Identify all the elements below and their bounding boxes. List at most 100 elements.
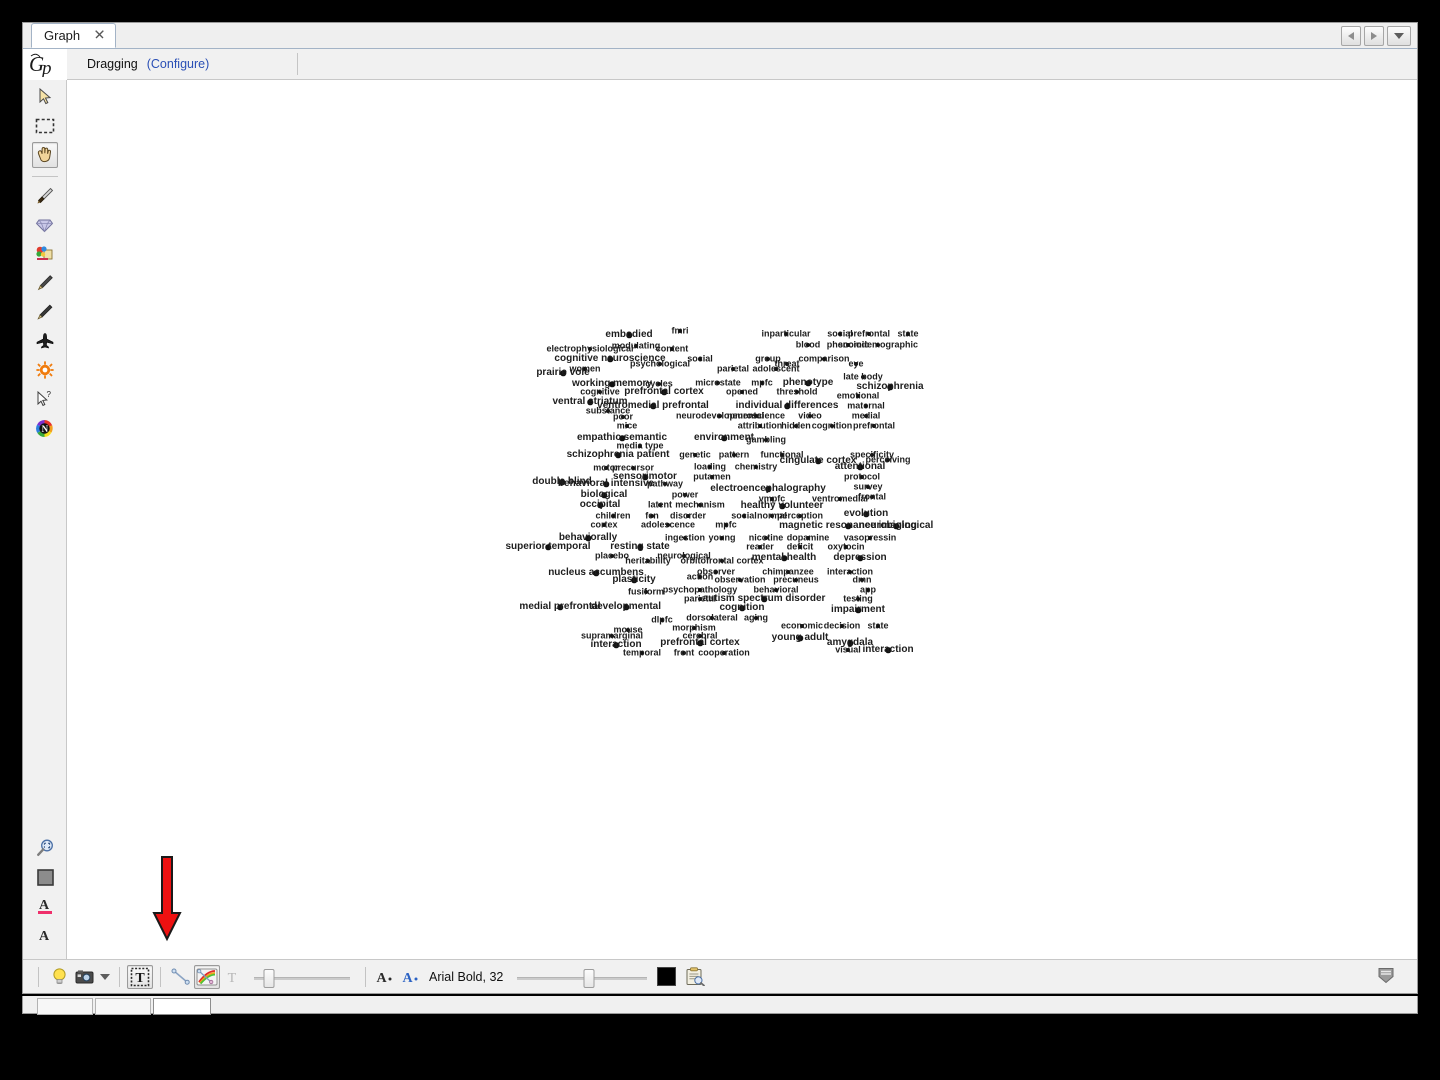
graph-node-label: opened xyxy=(725,386,759,397)
edge-labels-button[interactable] xyxy=(168,965,194,989)
left-toolbar-bottom: A A xyxy=(23,835,67,951)
cursor-question-icon: ? xyxy=(37,390,51,407)
font-label[interactable]: Arial Bold, 32 xyxy=(429,970,503,984)
chevron-left-icon xyxy=(1348,32,1354,40)
slider-knob[interactable] xyxy=(583,968,595,988)
chevron-down-icon xyxy=(1394,33,1404,39)
diamond-icon xyxy=(35,219,54,232)
mode-bar: G p Dragging (Configure) xyxy=(23,48,1417,80)
svg-text:p: p xyxy=(40,58,52,77)
marquee-icon xyxy=(35,118,54,134)
graph-node-label: testing xyxy=(843,593,873,604)
center-on-graph-button[interactable] xyxy=(32,835,58,861)
graph-canvas[interactable]: fmri embodied inparticular social prefrontal… xyxy=(67,80,1417,959)
label-attributes-button[interactable] xyxy=(682,965,708,989)
graph-node-label: healthy volunteer xyxy=(740,500,824,511)
shortest-path-tool[interactable] xyxy=(32,328,58,354)
graph-node-label: mechanism xyxy=(675,499,725,510)
selection-cursor-tool[interactable] xyxy=(32,84,58,110)
graph-node-label: fusiform xyxy=(628,586,664,597)
graph-node-label: protocol xyxy=(844,471,880,482)
pen-icon xyxy=(36,304,52,320)
label-color-menu-button[interactable]: A xyxy=(399,965,425,989)
graph-node-label: schizophrenia patient xyxy=(566,449,670,460)
graph-node-label: individual differences xyxy=(735,400,839,411)
edge-label-text-button[interactable]: T xyxy=(220,965,246,989)
edge-color-button[interactable] xyxy=(194,964,220,989)
show-hints-button[interactable] xyxy=(46,965,72,989)
configure-link[interactable]: (Configure) xyxy=(147,57,210,71)
graph-node-label: ingestion xyxy=(665,532,705,543)
footer-button-selected[interactable] xyxy=(153,998,211,1015)
graph-node-label: medial xyxy=(851,410,881,421)
graph-node-label: women xyxy=(569,363,601,374)
gear-tool[interactable] xyxy=(32,357,58,383)
label-size-menu-button[interactable]: A xyxy=(373,965,399,989)
color-wheel-tool[interactable]: N xyxy=(32,415,58,441)
tab-next-button[interactable] xyxy=(1364,26,1384,46)
graph-node-label: survey xyxy=(853,481,883,492)
footer-button[interactable] xyxy=(37,998,93,1015)
edge-weight-slider[interactable] xyxy=(254,966,350,988)
background-color-button[interactable] xyxy=(32,864,58,890)
graph-node-label: threshold xyxy=(776,386,818,397)
status-indicator[interactable] xyxy=(1377,967,1395,989)
slider-knob[interactable] xyxy=(263,968,275,988)
label-size-slider[interactable] xyxy=(517,966,648,988)
graph-node-label: prefrontal xyxy=(847,328,891,339)
rainbow-edge-icon xyxy=(196,968,218,985)
graph-node-label: evolution xyxy=(843,508,889,519)
lightbulb-icon xyxy=(52,968,66,984)
graph-node-label: interaction xyxy=(862,644,914,655)
graph-node-label: observation xyxy=(714,574,766,585)
close-icon[interactable] xyxy=(94,29,105,43)
svg-text:N: N xyxy=(42,424,49,434)
brush-tool[interactable] xyxy=(32,270,58,296)
label-color-button[interactable]: A xyxy=(32,893,58,919)
graph-node-label: latent xyxy=(647,499,673,510)
graph-node-label: dmn xyxy=(852,574,872,585)
graph-node-label: environment xyxy=(693,432,755,443)
paintbrush-icon xyxy=(37,187,53,204)
graph-node-label: social xyxy=(687,353,713,364)
graph-node-label: occipital xyxy=(579,499,621,510)
tab-list-button[interactable] xyxy=(1387,26,1411,46)
svg-text:A: A xyxy=(403,971,414,986)
graph-node-label: embodied xyxy=(605,329,653,340)
graph-node-label: mice xyxy=(616,420,638,431)
graph-node-label: front xyxy=(673,647,695,658)
graph-node-label: cognition xyxy=(719,602,765,613)
graph-node-label: placebo xyxy=(594,550,630,561)
tab-navigation xyxy=(1341,26,1411,46)
rectangle-selection-tool[interactable] xyxy=(32,113,58,139)
paintbrush-tool[interactable] xyxy=(32,183,58,209)
label-color-swatch[interactable] xyxy=(657,967,677,986)
screenshot-button[interactable] xyxy=(72,965,98,989)
camera-icon xyxy=(75,969,94,983)
gephi-main-window: Graph G p Dragging (Configure) ? N A A f… xyxy=(22,22,1418,994)
tab-prev-button[interactable] xyxy=(1341,26,1361,46)
screenshot-options-button[interactable] xyxy=(98,965,112,989)
tab-graph[interactable]: Graph xyxy=(31,23,117,48)
heat-map-tool[interactable] xyxy=(32,212,58,238)
graph-node-label: cognition xyxy=(811,420,853,431)
node-painter-tool[interactable] xyxy=(32,241,58,267)
graph-node-label: aging xyxy=(744,612,768,623)
edge-line-icon xyxy=(171,968,190,985)
footer-button[interactable] xyxy=(95,998,151,1015)
chevron-down-icon xyxy=(100,973,110,980)
edge-pencil-tool[interactable] xyxy=(32,299,58,325)
graph-node-label: putamen xyxy=(693,471,731,482)
color-wheel-icon: N xyxy=(36,419,53,437)
graph-node-label: orbitofrontal cortex xyxy=(680,555,764,566)
hand-drag-tool[interactable] xyxy=(31,142,58,168)
graph-node-label: maternal xyxy=(847,400,885,411)
context-help-tool[interactable]: ? xyxy=(32,386,58,412)
graph-node-label: economic xyxy=(780,620,824,631)
svg-text:A: A xyxy=(377,971,388,986)
label-size-button[interactable]: A xyxy=(32,922,58,948)
graph-node-label: behavioral intensive xyxy=(557,478,655,489)
node-labels-button[interactable]: T xyxy=(127,964,153,989)
letter-a-underline-icon: A xyxy=(38,898,52,914)
square-swatch-icon xyxy=(36,868,54,886)
